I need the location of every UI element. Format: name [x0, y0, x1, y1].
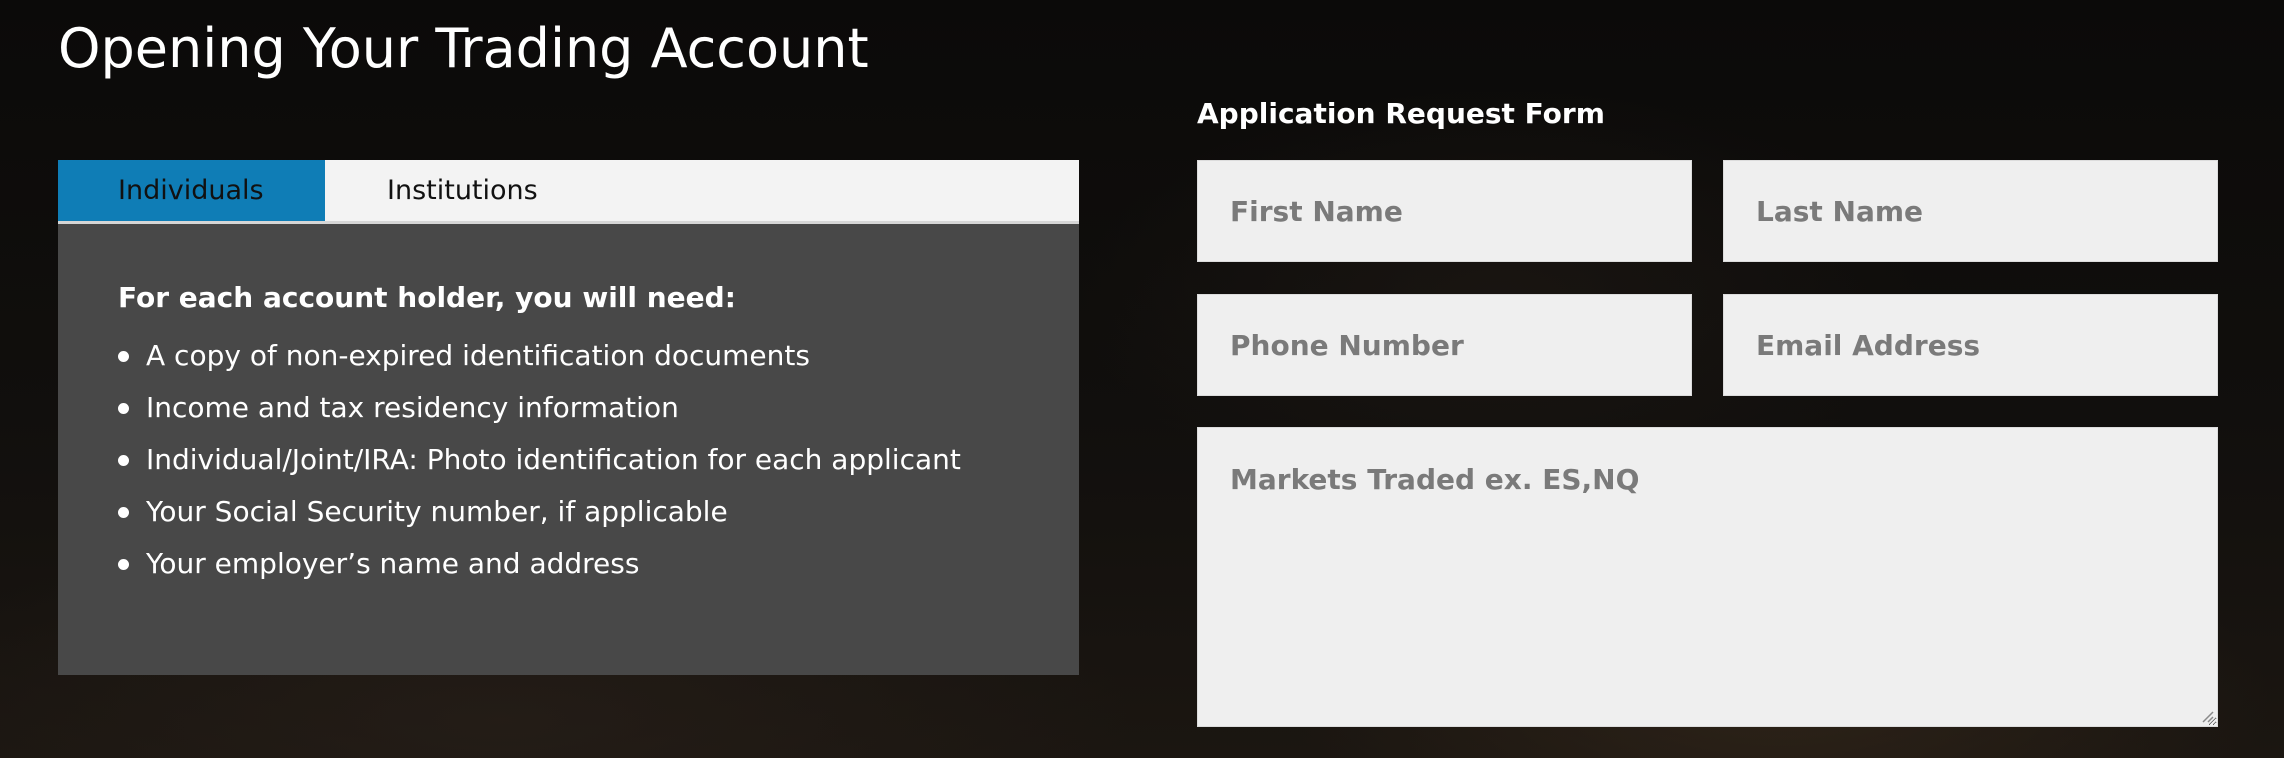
requirements-list: A copy of non-expired identification doc…: [118, 330, 1019, 590]
list-item: A copy of non-expired identification doc…: [118, 330, 1019, 382]
bullet-icon: [118, 402, 129, 414]
bullet-icon: [118, 506, 129, 518]
list-item-text: Your Social Security number, if applicab…: [146, 495, 728, 528]
tab-individuals[interactable]: Individuals: [58, 160, 325, 221]
list-item-text: Income and tax residency information: [146, 391, 679, 424]
list-item: Your employer’s name and address: [118, 538, 1019, 590]
tab-individuals-label: Individuals: [118, 175, 264, 206]
last-name-field[interactable]: [1723, 160, 2218, 262]
account-type-tabs: Individuals Institutions: [58, 160, 1079, 224]
bullet-icon: [118, 558, 129, 570]
first-name-field[interactable]: [1197, 160, 1692, 262]
bullet-icon: [118, 350, 129, 362]
requirements-panel: For each account holder, you will need: …: [58, 224, 1079, 675]
form-title: Application Request Form: [1197, 97, 1605, 130]
list-item: Individual/Joint/IRA: Photo identificati…: [118, 434, 1019, 486]
tab-institutions[interactable]: Institutions: [325, 160, 538, 221]
list-item: Your Social Security number, if applicab…: [118, 486, 1019, 538]
email-address-field[interactable]: [1723, 294, 2218, 396]
list-item-text: Individual/Joint/IRA: Photo identificati…: [146, 443, 961, 476]
list-item-text: Your employer’s name and address: [146, 547, 640, 580]
list-item-text: A copy of non-expired identification doc…: [146, 339, 810, 372]
list-item: Income and tax residency information: [118, 382, 1019, 434]
phone-number-field[interactable]: [1197, 294, 1692, 396]
page-title: Opening Your Trading Account: [58, 17, 869, 80]
requirements-heading: For each account holder, you will need:: [118, 281, 736, 314]
bullet-icon: [118, 454, 129, 466]
tab-institutions-label: Institutions: [387, 175, 538, 206]
markets-traded-textarea[interactable]: [1197, 427, 2218, 727]
